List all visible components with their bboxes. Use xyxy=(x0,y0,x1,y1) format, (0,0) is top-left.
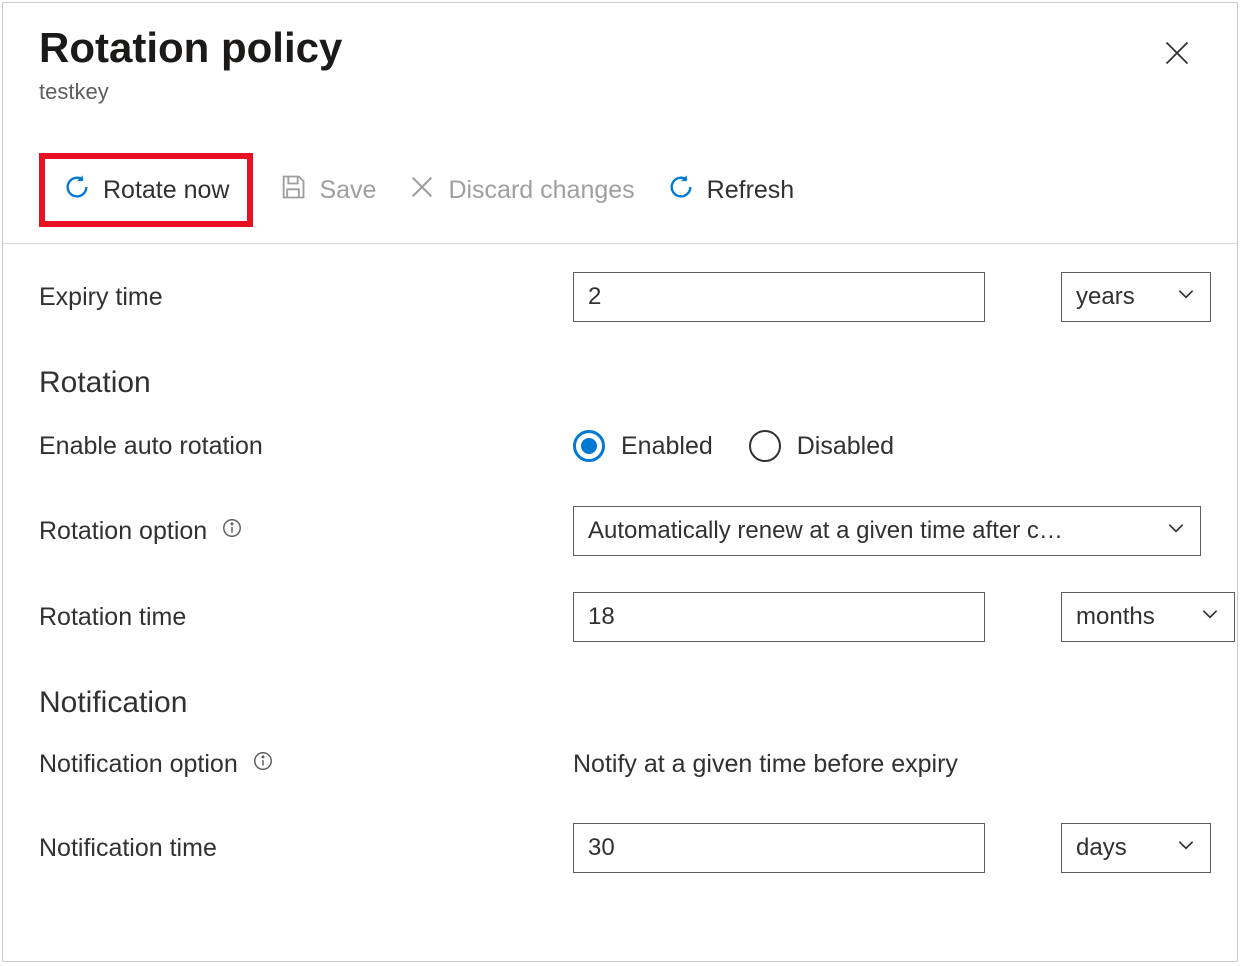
toolbar: Rotate now Save Discard changes Refresh xyxy=(3,135,1237,244)
notification-time-label: Notification time xyxy=(39,834,573,863)
auto-rotation-radio-group: Enabled Disabled xyxy=(573,430,894,462)
discard-button[interactable]: Discard changes xyxy=(392,166,650,214)
rotation-policy-panel: Rotation policy testkey Rotate now Save xyxy=(2,2,1238,962)
refresh-label: Refresh xyxy=(707,176,795,205)
discard-icon xyxy=(408,173,436,208)
rotation-time-unit-select[interactable]: months xyxy=(1061,592,1235,642)
save-button[interactable]: Save xyxy=(263,166,392,214)
chevron-down-icon xyxy=(1166,517,1186,545)
rotation-time-label: Rotation time xyxy=(39,603,573,632)
discard-label: Discard changes xyxy=(448,176,634,205)
rotation-option-label: Rotation option xyxy=(39,517,573,546)
notification-heading: Notification xyxy=(39,686,1201,720)
enable-auto-rotation-label: Enable auto rotation xyxy=(39,432,573,461)
rotate-now-button[interactable]: Rotate now xyxy=(45,166,247,214)
notification-option-label: Notification option xyxy=(39,750,573,779)
radio-indicator xyxy=(749,430,781,462)
rotate-icon xyxy=(63,173,91,208)
info-icon[interactable] xyxy=(252,750,274,779)
notification-option-value: Notify at a given time before expiry xyxy=(573,750,1201,779)
close-button[interactable] xyxy=(1163,39,1191,72)
page-title: Rotation policy xyxy=(39,23,1201,73)
rotation-time-unit-text: months xyxy=(1076,603,1155,631)
content-area: Expiry time years Rotation Enable auto r… xyxy=(3,244,1237,933)
page-subtitle: testkey xyxy=(39,79,1201,105)
rotate-now-label: Rotate now xyxy=(103,176,229,205)
chevron-down-icon xyxy=(1176,283,1196,311)
save-label: Save xyxy=(319,176,376,205)
rotation-option-text: Automatically renew at a given time afte… xyxy=(588,517,1154,545)
save-icon xyxy=(279,173,307,208)
chevron-down-icon xyxy=(1200,603,1220,631)
enable-auto-rotation-row: Enable auto rotation Enabled Disabled xyxy=(39,430,1201,462)
rotation-time-row: Rotation time months xyxy=(39,592,1201,642)
expiry-time-input[interactable] xyxy=(573,272,985,322)
close-icon xyxy=(1163,54,1191,71)
panel-header: Rotation policy testkey xyxy=(3,3,1237,115)
radio-indicator-selected xyxy=(573,430,605,462)
highlight-rotate-now: Rotate now xyxy=(39,153,253,227)
enabled-radio[interactable]: Enabled xyxy=(573,430,713,462)
chevron-down-icon xyxy=(1176,834,1196,862)
disabled-radio-label: Disabled xyxy=(797,432,894,461)
notification-option-row: Notification option Notify at a given ti… xyxy=(39,750,1201,779)
expiry-time-unit-text: years xyxy=(1076,283,1135,311)
notification-time-row: Notification time days xyxy=(39,823,1201,873)
notification-time-input[interactable] xyxy=(573,823,985,873)
enabled-radio-label: Enabled xyxy=(621,432,713,461)
expiry-time-label: Expiry time xyxy=(39,283,573,312)
disabled-radio[interactable]: Disabled xyxy=(749,430,894,462)
rotation-option-row: Rotation option Automatically renew at a… xyxy=(39,506,1201,556)
notification-time-unit-text: days xyxy=(1076,834,1127,862)
notification-time-unit-select[interactable]: days xyxy=(1061,823,1211,873)
refresh-icon xyxy=(667,173,695,208)
info-icon[interactable] xyxy=(221,517,243,546)
refresh-button[interactable]: Refresh xyxy=(651,166,811,214)
rotation-heading: Rotation xyxy=(39,366,1201,400)
expiry-time-row: Expiry time years xyxy=(39,272,1201,322)
expiry-time-unit-select[interactable]: years xyxy=(1061,272,1211,322)
rotation-option-select[interactable]: Automatically renew at a given time afte… xyxy=(573,506,1201,556)
rotation-time-input[interactable] xyxy=(573,592,985,642)
